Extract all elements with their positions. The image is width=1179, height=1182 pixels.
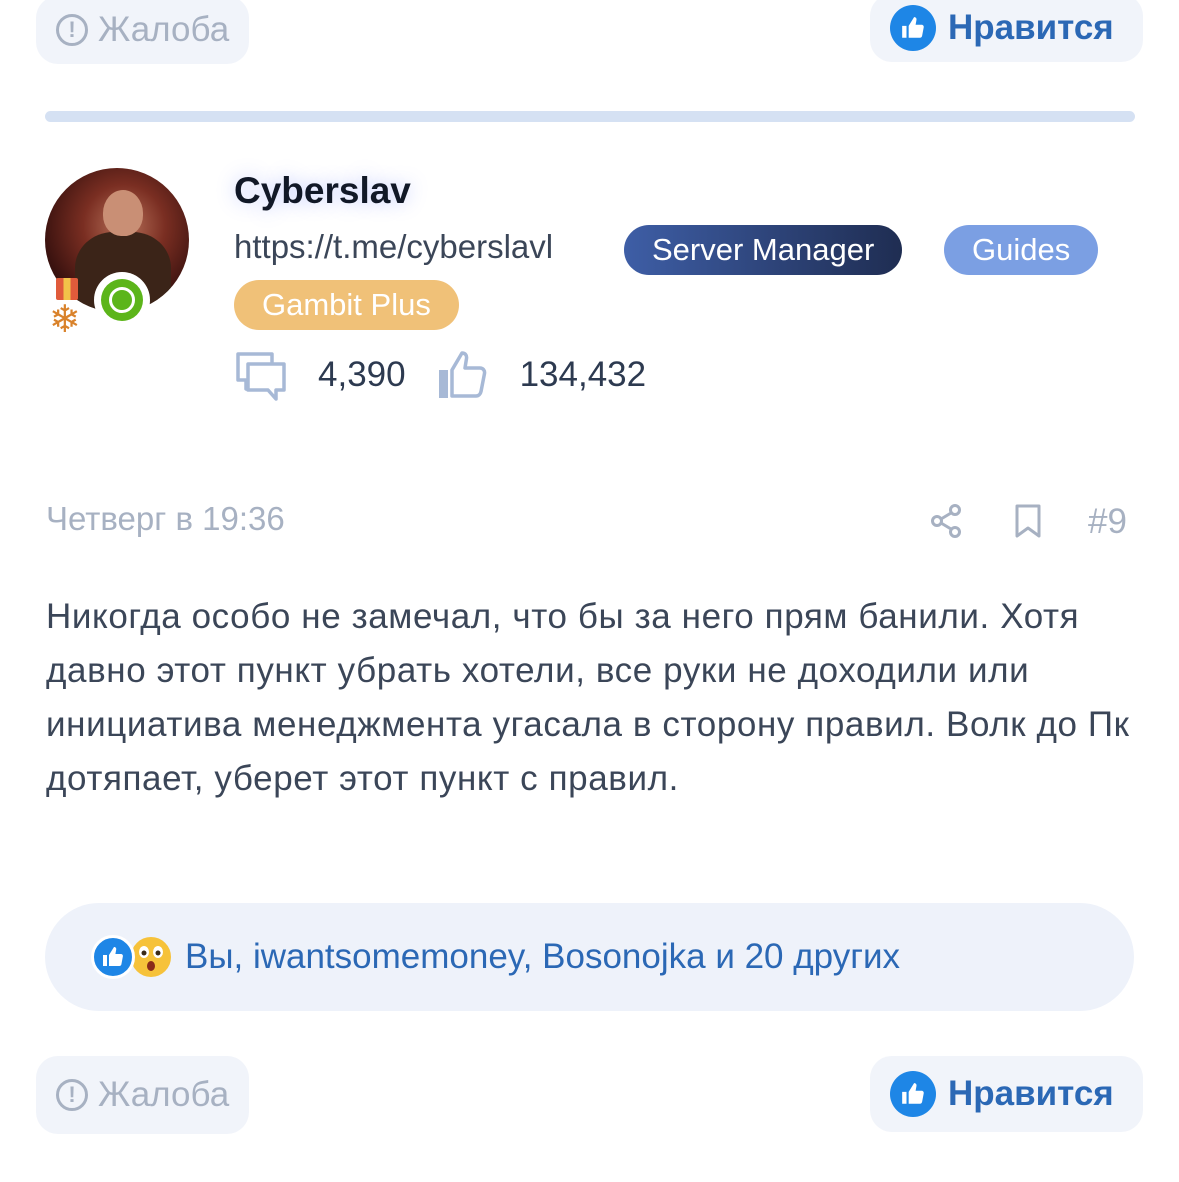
messages-count: 4,390: [318, 355, 406, 394]
author-stats: 4,390 134,432: [234, 348, 676, 402]
post-date[interactable]: Четверг в 19:36: [46, 500, 285, 538]
share-icon[interactable]: [929, 503, 963, 539]
like-reaction-icon: [91, 935, 135, 979]
post-number[interactable]: #9: [1088, 502, 1127, 542]
badge-server-manager: Server Manager: [624, 225, 903, 275]
report-label: Жалоба: [98, 10, 230, 49]
author-name[interactable]: Cyberslav: [234, 170, 411, 212]
like-button[interactable]: Нравится: [870, 1056, 1143, 1132]
reactions-text: Вы, iwantsomemoney, Bosonojka и 20 други…: [185, 937, 901, 976]
messages-icon: [236, 352, 286, 401]
badge-gambit-plus: Gambit Plus: [234, 280, 459, 330]
post-divider: [45, 111, 1135, 122]
report-button[interactable]: ! Жалоба: [36, 1056, 250, 1134]
wow-reaction-icon: [129, 935, 173, 979]
exclamation-icon: !: [56, 14, 88, 46]
like-button-prev[interactable]: Нравится: [870, 0, 1143, 62]
badge-guides: Guides: [944, 225, 1099, 275]
like-label: Нравится: [948, 8, 1114, 47]
report-button-prev[interactable]: ! Жалоба: [36, 0, 250, 64]
likes-icon: [438, 351, 486, 398]
author-link[interactable]: https://t.me/cyberslavl: [234, 228, 553, 266]
report-label: Жалоба: [98, 1075, 230, 1114]
exclamation-icon: !: [56, 1079, 88, 1111]
online-status-icon: [94, 272, 150, 328]
medal-icon: [56, 278, 78, 300]
snowflake-icon: ❄: [49, 299, 81, 341]
likes-count: 134,432: [519, 355, 647, 394]
post-body: Никогда особо не замечал, что бы за него…: [46, 597, 1130, 798]
reactions-summary[interactable]: Вы, iwantsomemoney, Bosonojka и 20 други…: [45, 903, 1134, 1011]
like-label: Нравится: [948, 1074, 1114, 1113]
thumbs-up-icon: [890, 5, 936, 51]
bookmark-icon[interactable]: [1011, 503, 1045, 539]
thumbs-up-icon: [890, 1071, 936, 1117]
